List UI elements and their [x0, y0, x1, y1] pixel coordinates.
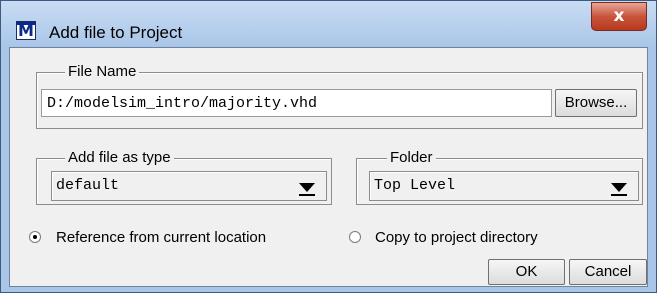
close-button[interactable]: x: [591, 2, 647, 31]
chevron-down-icon[interactable]: [293, 177, 321, 197]
file-type-select[interactable]: default: [51, 171, 327, 201]
copy-label[interactable]: Copy to project directory: [375, 229, 538, 247]
file-name-group: File Name Browse...: [36, 63, 643, 129]
folder-legend: Folder: [387, 149, 436, 167]
chevron-down-icon[interactable]: [605, 177, 633, 197]
window-title: Add file to Project: [49, 23, 183, 42]
reference-radio[interactable]: [29, 231, 41, 243]
dialog-body: File Name Browse... Add file as type def…: [9, 47, 648, 287]
browse-button[interactable]: Browse...: [555, 89, 637, 117]
close-icon: x: [613, 6, 625, 26]
folder-value: Top Level: [374, 177, 456, 194]
cancel-button[interactable]: Cancel: [569, 259, 647, 285]
copy-radio[interactable]: [349, 231, 361, 243]
file-name-input[interactable]: [41, 89, 552, 117]
file-type-legend: Add file as type: [65, 149, 174, 167]
file-type-group: Add file as type default: [36, 149, 332, 205]
add-file-dialog: M Add file to Project x File Name Browse…: [0, 0, 657, 293]
folder-select[interactable]: Top Level: [369, 171, 639, 201]
file-type-value: default: [56, 177, 120, 194]
file-name-legend: File Name: [65, 63, 140, 81]
title-bar[interactable]: M Add file to Project x: [1, 1, 656, 47]
ok-button[interactable]: OK: [488, 259, 565, 285]
modelsim-icon: M: [16, 21, 36, 40]
folder-group: Folder Top Level: [356, 149, 643, 205]
reference-label[interactable]: Reference from current location: [56, 229, 266, 247]
